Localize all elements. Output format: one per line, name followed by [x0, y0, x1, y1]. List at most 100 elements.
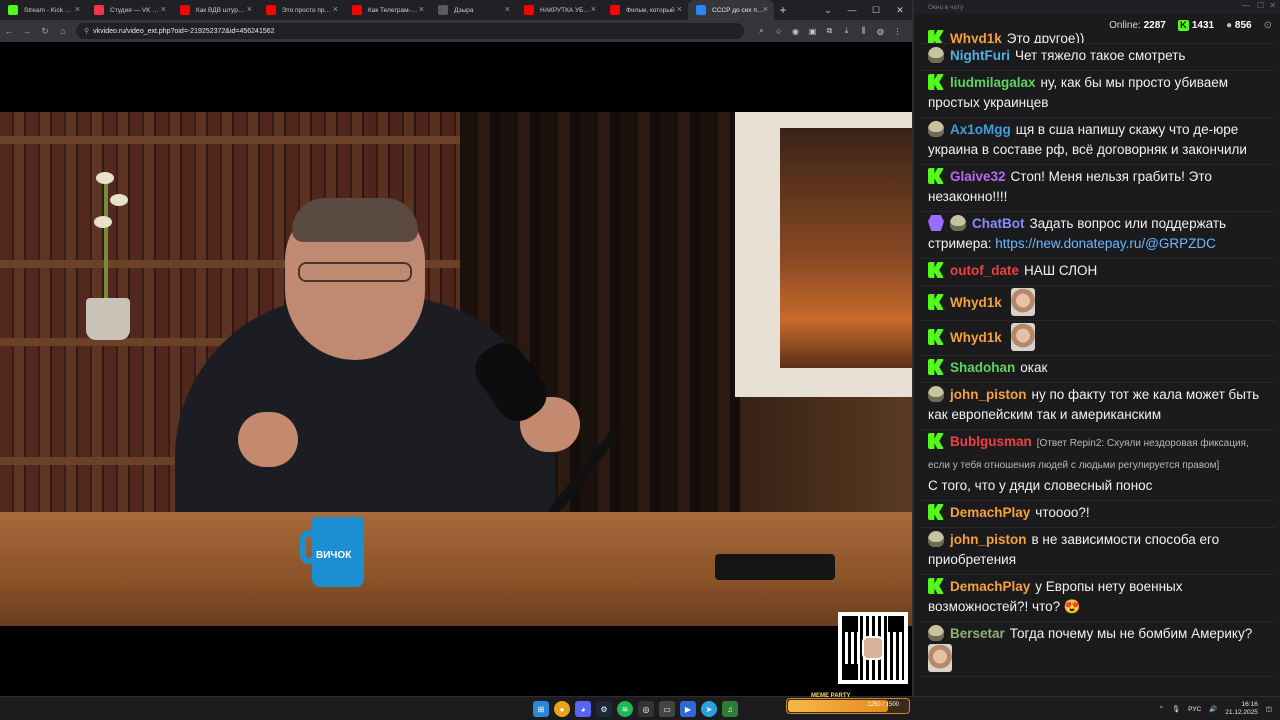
- chrome-icon[interactable]: ●: [554, 701, 570, 717]
- browser-tab[interactable]: Как ВДВ штурмуют ×: [172, 0, 258, 20]
- chat-username[interactable]: outof_date: [950, 263, 1019, 278]
- clock[interactable]: 16:16 21.12.2025: [1225, 701, 1258, 717]
- extension-icon[interactable]: ◉: [787, 20, 804, 42]
- speaker-glasses: [298, 262, 412, 282]
- tab-close-icon[interactable]: ×: [419, 4, 424, 14]
- chat-message: Bublgusman [Ответ Repin2: Схуяли нездоров…: [920, 430, 1276, 501]
- tab-title: НАКРУТКА УБИВАЕТ: [540, 6, 592, 14]
- more-menu-icon[interactable]: ⋮: [889, 20, 906, 42]
- reload-button[interactable]: ↻: [36, 20, 54, 42]
- chat-username[interactable]: john_piston: [950, 532, 1027, 547]
- chat-message-list[interactable]: Whyd1k Это другое)) NightFuri Чет тяжело та…: [920, 30, 1276, 690]
- browser-tab[interactable]: Дзыра ×: [430, 0, 516, 20]
- zoom-icon[interactable]: ⌕: [753, 20, 770, 42]
- close-window-button[interactable]: ✕: [888, 0, 912, 20]
- browser-tab[interactable]: Студия — VK Видео×: [86, 0, 172, 20]
- browser-tab[interactable]: Фильм, который ×: [602, 0, 688, 20]
- volume-icon[interactable]: 🔊: [1209, 705, 1217, 713]
- video-frame[interactable]: ВИЧОК: [0, 112, 912, 626]
- chat-panel: Окно в чату — ☐ ✕ Online: 2287 K 1431 ● 8…: [912, 0, 1280, 696]
- chat-close-button[interactable]: ✕: [1269, 1, 1276, 10]
- notifications-icon[interactable]: ◫: [1266, 705, 1272, 713]
- chat-message: ChatBot Задать вопрос или поддержать стри…: [920, 212, 1276, 259]
- minimize-button[interactable]: —: [840, 0, 864, 20]
- chat-username[interactable]: Bublgusman: [950, 434, 1032, 449]
- telegram-icon[interactable]: ➤: [701, 701, 717, 717]
- chat-username[interactable]: DemachPlay: [950, 505, 1030, 520]
- chat-minimize-button[interactable]: —: [1242, 1, 1250, 10]
- chat-maximize-button[interactable]: ☐: [1257, 1, 1264, 10]
- chat-username[interactable]: NightFuri: [950, 48, 1010, 63]
- tab-close-icon[interactable]: ×: [505, 4, 510, 14]
- app-icon[interactable]: ♫: [722, 701, 738, 717]
- tab-close-icon[interactable]: ×: [75, 4, 80, 14]
- chat-username[interactable]: john_piston: [950, 387, 1027, 402]
- tab-title: Фильм, который: [626, 6, 675, 14]
- meme-value: 1250 / 1500: [867, 702, 899, 708]
- back-button[interactable]: ←: [0, 20, 18, 42]
- chat-username[interactable]: Bersetar: [950, 626, 1005, 641]
- chat-username[interactable]: Whyd1k: [950, 31, 1002, 43]
- tab-favicon-icon: [696, 5, 706, 15]
- bookmark-star-icon[interactable]: ☆: [770, 20, 787, 42]
- obs-icon[interactable]: ◎: [638, 701, 654, 717]
- chat-username[interactable]: Whyd1k: [950, 295, 1002, 310]
- kick-badge-icon: [928, 168, 944, 184]
- chat-message: Ax1oMgg щя в сша напишу скажу что де-юре …: [920, 118, 1276, 165]
- language-indicator[interactable]: РУС: [1188, 706, 1201, 713]
- speaker-hand: [238, 412, 298, 467]
- chat-username[interactable]: DemachPlay: [950, 579, 1030, 594]
- extensions-puzzle-icon[interactable]: ⧉: [821, 20, 838, 42]
- tab-search-icon[interactable]: ⌄: [816, 0, 840, 20]
- chat-username[interactable]: Glaive32: [950, 169, 1006, 184]
- spotify-icon[interactable]: ≋: [617, 701, 633, 717]
- tab-close-icon[interactable]: ×: [591, 4, 596, 14]
- twitch-count: 856: [1234, 19, 1252, 31]
- discord-icon[interactable]: ◕: [575, 701, 591, 717]
- browser-tab[interactable]: НАКРУТКА УБИВАЕТ×: [516, 0, 602, 20]
- video-player[interactable]: ВИЧОК: [0, 42, 912, 696]
- chat-username[interactable]: ChatBot: [972, 216, 1025, 231]
- new-tab-button[interactable]: +: [774, 0, 792, 20]
- flower: [94, 216, 112, 228]
- twitch-badge-icon: [928, 531, 944, 547]
- settings-icon[interactable]: ⊙: [1264, 20, 1272, 31]
- sidebar-icon[interactable]: ⫼: [855, 20, 872, 42]
- browser-tab[interactable]: Stream - Kick Dashboard×: [0, 0, 86, 20]
- kick-badge-icon: [928, 262, 944, 278]
- profile-avatar[interactable]: ◍: [872, 20, 889, 42]
- browser-tab[interactable]: Как Телеграм-канал×: [344, 0, 430, 20]
- tab-favicon-icon: [180, 5, 190, 15]
- start-icon[interactable]: ⊞: [533, 701, 549, 717]
- download-icon[interactable]: ⤓: [838, 20, 855, 42]
- maximize-button[interactable]: ☐: [864, 0, 888, 20]
- app-icon[interactable]: ▭: [659, 701, 675, 717]
- chat-message: john_piston в не зависимости способа его …: [920, 528, 1276, 575]
- home-button[interactable]: ⌂: [54, 20, 72, 42]
- donate-link[interactable]: https://new.donatepay.ru/@GRPZDC: [995, 236, 1216, 251]
- taskbar-apps: ⊞ ● ◕ ⚙ ≋ ◎ ▭ ▶ ➤ ♫: [533, 701, 738, 717]
- forward-button[interactable]: →: [18, 20, 36, 42]
- address-bar[interactable]: ⚲ vkvideo.ru/video_ext.php?oid=-21925237…: [76, 23, 744, 39]
- microphone-icon[interactable]: 🎙: [1172, 705, 1180, 713]
- chat-username[interactable]: Whyd1k: [950, 330, 1002, 345]
- tray-chevron-icon[interactable]: ⌃: [1158, 705, 1163, 713]
- tab-close-icon[interactable]: ×: [333, 4, 338, 14]
- chat-message: outof_date НАШ СЛОН: [920, 259, 1276, 286]
- tab-close-icon[interactable]: ×: [677, 4, 682, 14]
- chat-username[interactable]: Ax1oMgg: [950, 122, 1011, 137]
- extension-icon[interactable]: ▣: [804, 20, 821, 42]
- tab-close-icon[interactable]: ×: [161, 4, 166, 14]
- chat-username[interactable]: liudmilagalax: [950, 75, 1036, 90]
- steam-icon[interactable]: ⚙: [596, 701, 612, 717]
- chat-username[interactable]: Shadohan: [950, 360, 1015, 375]
- site-info-icon[interactable]: ⚲: [84, 27, 89, 35]
- kick-count: 1431: [1191, 19, 1215, 31]
- tab-favicon-icon: [352, 5, 362, 15]
- browser-tab[interactable]: СССР до сих пор ×: [688, 0, 774, 20]
- tab-close-icon[interactable]: ×: [247, 4, 252, 14]
- app-icon[interactable]: ▶: [680, 701, 696, 717]
- browser-tab[interactable]: Это просто провал ×: [258, 0, 344, 20]
- chat-text: Это другое)): [1006, 31, 1085, 44]
- tab-close-icon[interactable]: ×: [763, 4, 768, 14]
